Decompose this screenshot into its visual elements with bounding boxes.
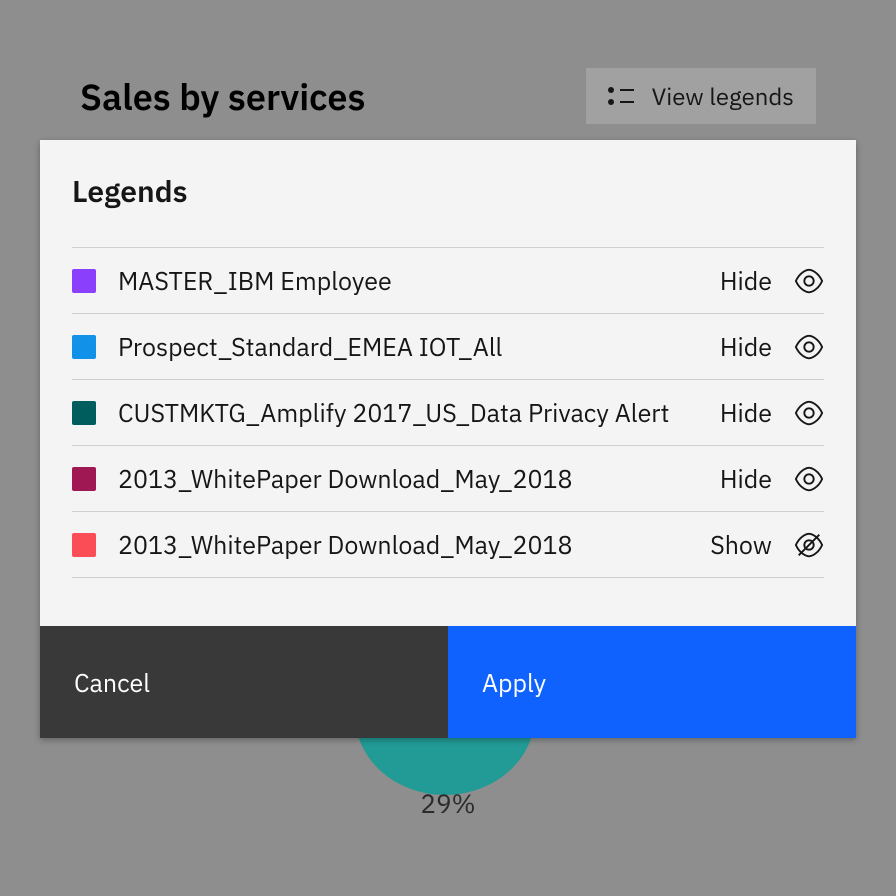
legend-label: Prospect_Standard_EMEA IOT_All — [118, 330, 698, 363]
apply-button[interactable]: Apply — [448, 626, 856, 738]
legend-swatch — [72, 533, 96, 557]
legend-swatch — [72, 467, 96, 491]
legend-toggle-label[interactable]: Hide — [720, 396, 772, 429]
cancel-button[interactable]: Cancel — [40, 626, 448, 738]
legend-label: MASTER_IBM Employee — [118, 264, 698, 297]
donut-percent-label: 29% — [0, 787, 896, 821]
page-title: Sales by services — [80, 73, 365, 120]
legend-list-icon — [608, 87, 634, 105]
legend-row: Prospect_Standard_EMEA IOT_All Hide — [72, 313, 824, 379]
legend-row: 2013_WhitePaper Download_May_2018 Hide — [72, 445, 824, 511]
page-header: Sales by services View legends — [80, 68, 816, 124]
legend-list: MASTER_IBM EmployeeHideProspect_Standard… — [72, 247, 824, 578]
eye-icon[interactable] — [794, 266, 824, 296]
legends-modal: Legends MASTER_IBM EmployeeHideProspect_… — [40, 140, 856, 738]
legend-toggle-label[interactable]: Hide — [720, 462, 772, 495]
view-legends-button[interactable]: View legends — [586, 68, 816, 124]
legend-row: MASTER_IBM Employee Hide — [72, 247, 824, 313]
eye-off-icon[interactable] — [794, 530, 824, 560]
legend-toggle-label[interactable]: Hide — [720, 264, 772, 297]
legend-toggle-label[interactable]: Hide — [720, 330, 772, 363]
legend-row: 2013_WhitePaper Download_May_2018 Show — [72, 511, 824, 578]
eye-icon[interactable] — [794, 464, 824, 494]
legend-row: CUSTMKTG_Amplify 2017_US_Data Privacy Al… — [72, 379, 824, 445]
legend-label: 2013_WhitePaper Download_May_2018 — [118, 462, 698, 495]
legends-modal-title: Legends — [72, 172, 824, 211]
eye-icon[interactable] — [794, 332, 824, 362]
legends-modal-body: Legends MASTER_IBM EmployeeHideProspect_… — [40, 140, 856, 626]
legend-swatch — [72, 335, 96, 359]
modal-actions: Cancel Apply — [40, 626, 856, 738]
legend-swatch — [72, 269, 96, 293]
legend-toggle-label[interactable]: Show — [710, 528, 772, 561]
eye-icon[interactable] — [794, 398, 824, 428]
legend-label: 2013_WhitePaper Download_May_2018 — [118, 528, 688, 561]
legend-label: CUSTMKTG_Amplify 2017_US_Data Privacy Al… — [118, 396, 698, 429]
legend-swatch — [72, 401, 96, 425]
view-legends-label: View legends — [652, 80, 794, 112]
